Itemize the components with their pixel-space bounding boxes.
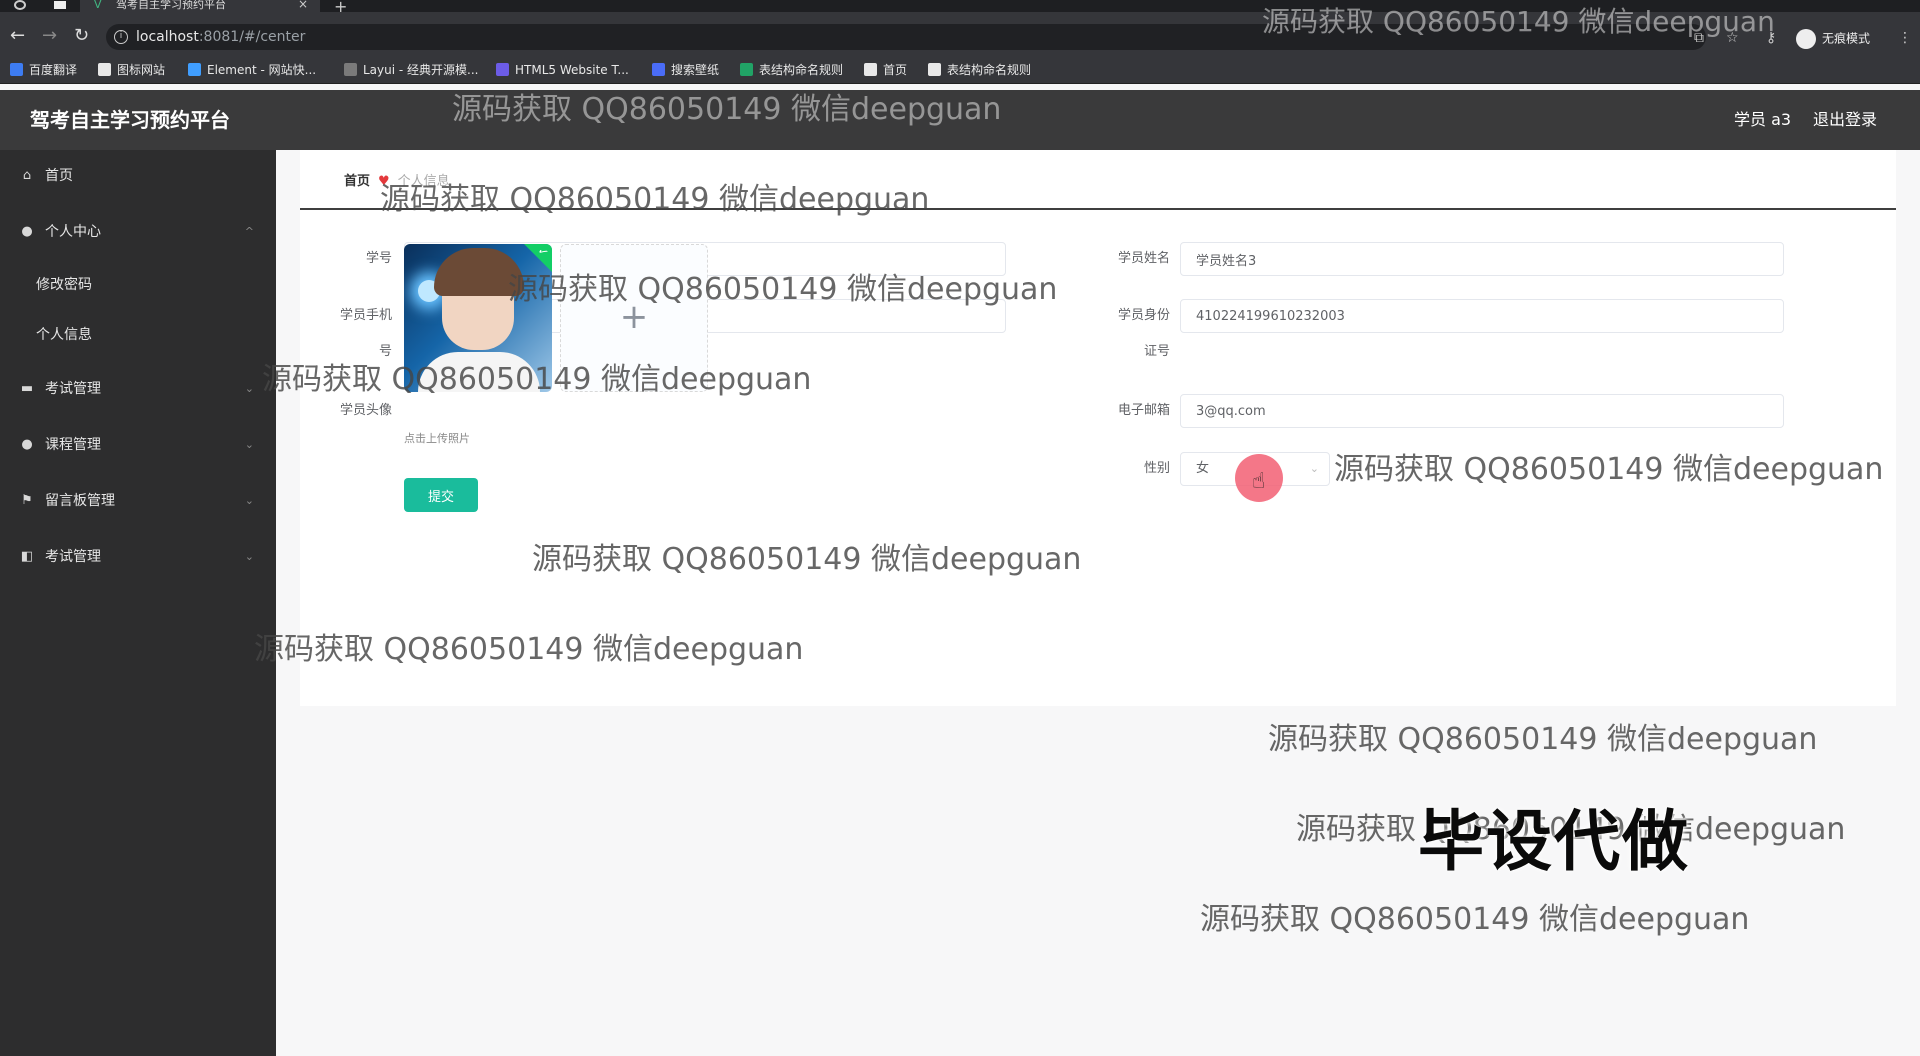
watermark: 源码获取 QQ86050149 微信deepguan (380, 182, 930, 217)
phone-label-suffix: 号 (378, 344, 392, 359)
upload-success-check-icon: ✓ (521, 244, 552, 274)
sidebar-item-home[interactable]: ⌂ 首页 (0, 158, 276, 194)
watermark: 源码获取 QQ86050149 微信deepguan (1268, 722, 1818, 757)
browser-tab[interactable]: V 驾考自主学习预约平台 × (80, 0, 320, 12)
bookmark-favicon-icon (344, 63, 357, 76)
bookmark-favicon-icon (188, 63, 201, 76)
bookmark-favicon-icon (10, 63, 23, 76)
upload-tip: 点击上传照片 (404, 432, 470, 445)
watermark: 源码获取 QQ86050149 微信deepguan (254, 632, 804, 667)
student-name-label: 学员姓名 (1117, 251, 1170, 266)
watermark: 源码获取 QQ86050149 微信deepguan (1262, 5, 1775, 38)
watermark: 源码获取 QQ86050149 微信deepguan (1200, 902, 1750, 937)
back-arrow-icon[interactable]: ← (10, 26, 25, 46)
menu-dots-icon[interactable]: ⋮ (1898, 30, 1912, 46)
chevron-down-icon: ⌄ (244, 550, 254, 563)
chevron-down-icon: ⌄ (244, 494, 254, 507)
sidebar-item-message-board[interactable]: ⚑ 留言板管理 ⌄ (0, 483, 276, 519)
url-host: localhost (136, 29, 199, 45)
phone-label: 学员手机 (339, 308, 392, 323)
bookmark-item[interactable]: 表结构命名规则 (928, 62, 1031, 78)
breadcrumb-home[interactable]: 首页 (344, 174, 370, 189)
bookmark-favicon-icon (98, 63, 111, 76)
forward-arrow-icon[interactable]: → (42, 26, 57, 46)
sidebar-item-exam-management[interactable]: ▬ 考试管理 ⌄ (0, 371, 276, 407)
flag-icon: ⚑ (21, 493, 33, 508)
bookmark-item[interactable]: 搜索壁纸 (652, 62, 719, 78)
incognito-badge[interactable]: 无痕模式 (1796, 29, 1870, 49)
student-no-label: 学号 (365, 251, 392, 266)
email-label: 电子邮箱 (1117, 403, 1170, 418)
chevron-up-icon: ^ (244, 225, 254, 238)
watermark: 源码获取 QQ86050149 微信deepguan (508, 272, 1058, 307)
user-icon: ● (21, 224, 33, 239)
id-card-input[interactable] (1180, 299, 1784, 333)
browser-logo-icon (14, 0, 26, 10)
chevron-down-icon: ⌄ (244, 438, 254, 451)
logout-button[interactable]: 退出登录 (1813, 110, 1877, 130)
watermark: 源码获取 QQ86050149 微信deepguan (532, 542, 1082, 577)
sidebar-item-label: 课程管理 (45, 437, 101, 453)
incognito-icon (1796, 29, 1816, 49)
bookmark-favicon-icon (864, 63, 877, 76)
watermark: 源码获取 QQ86050149 微信deepguan (452, 92, 1002, 127)
promo-banner: 毕设代做 (1418, 803, 1690, 880)
browser-tab-title: 驾考自主学习预约平台 (116, 0, 226, 11)
chevron-down-icon: ⌄ (244, 382, 254, 395)
bookmark-favicon-icon (740, 63, 753, 76)
sidebar-item-label: 考试管理 (45, 549, 101, 565)
sidebar: ⌂ 首页 ● 个人中心 ^ 修改密码 个人信息 ▬ 考试管理 ⌄ ● 课程管理 … (0, 150, 276, 1056)
bookmark-item[interactable]: 图标网站 (98, 62, 165, 78)
bookmark-item[interactable]: Layui - 经典开源模... (344, 62, 478, 78)
bookmark-favicon-icon (496, 63, 509, 76)
email-input[interactable] (1180, 394, 1784, 428)
app-title: 驾考自主学习预约平台 (30, 108, 230, 132)
exam-icon: ▬ (20, 381, 34, 396)
sidebar-item-label: 个人信息 (36, 327, 92, 343)
submit-button[interactable]: 提交 (404, 478, 478, 512)
sidebar-item-label: 个人中心 (45, 224, 101, 240)
id-card-label-suffix: 证号 (1143, 344, 1170, 359)
sidebar-item-exam-management-2[interactable]: ◧ 考试管理 ⌄ (0, 539, 276, 575)
watermark: 源码获取 QQ86050149 微信deepguan (262, 362, 812, 397)
sidebar-item-label: 修改密码 (36, 277, 92, 293)
bookmark-item[interactable]: Element - 网站快... (188, 62, 316, 78)
sidebar-item-course-management[interactable]: ● 课程管理 ⌄ (0, 427, 276, 463)
bookmark-favicon-icon (652, 63, 665, 76)
tab-close-icon[interactable]: × (298, 0, 308, 10)
url-path: :8081/#/center (198, 29, 306, 45)
chevron-down-icon: ⌄ (1309, 462, 1319, 475)
current-user-label: 学员 a3 (1734, 110, 1792, 129)
site-info-icon[interactable]: i (114, 30, 128, 44)
watermark: 源码获取 QQ86050149 微信deepguan (1334, 452, 1884, 487)
exam2-icon: ◧ (20, 549, 34, 564)
sidebar-item-label: 留言板管理 (45, 493, 115, 509)
course-icon: ● (21, 437, 33, 452)
gender-selected-value: 女 (1196, 461, 1210, 476)
pointer-hand-icon: ☝ (1252, 469, 1266, 494)
bookmark-item[interactable]: 百度翻译 (10, 62, 77, 78)
vue-logo-icon: V (94, 0, 102, 11)
bookmark-favicon-icon (928, 63, 941, 76)
bookmark-item[interactable]: 首页 (864, 62, 907, 78)
sidebar-item-personal-center[interactable]: ● 个人中心 ^ (0, 214, 276, 250)
avatar-label: 学员头像 (339, 403, 392, 418)
home-icon: ⌂ (22, 168, 32, 183)
gender-label: 性别 (1143, 461, 1170, 476)
bookmark-item[interactable]: HTML5 Website T... (496, 62, 629, 78)
sidebar-item-label: 考试管理 (45, 381, 101, 397)
bookmarks-bar: 百度翻译 图标网站 Element - 网站快... Layui - 经典开源模… (0, 56, 1920, 84)
sidebar-item-personal-info[interactable]: 个人信息 (0, 317, 276, 353)
reload-icon[interactable]: ↻ (74, 26, 89, 46)
window-icon (54, 1, 66, 9)
id-card-label: 学员身份 (1117, 308, 1170, 323)
sidebar-item-change-password[interactable]: 修改密码 (0, 267, 276, 303)
personal-info-card: 首页 ♥ 个人信息 (300, 150, 1896, 706)
bookmark-item[interactable]: 表结构命名规则 (740, 62, 843, 78)
sidebar-item-label: 首页 (45, 168, 73, 184)
student-name-input[interactable] (1180, 242, 1784, 276)
incognito-label: 无痕模式 (1822, 31, 1871, 46)
